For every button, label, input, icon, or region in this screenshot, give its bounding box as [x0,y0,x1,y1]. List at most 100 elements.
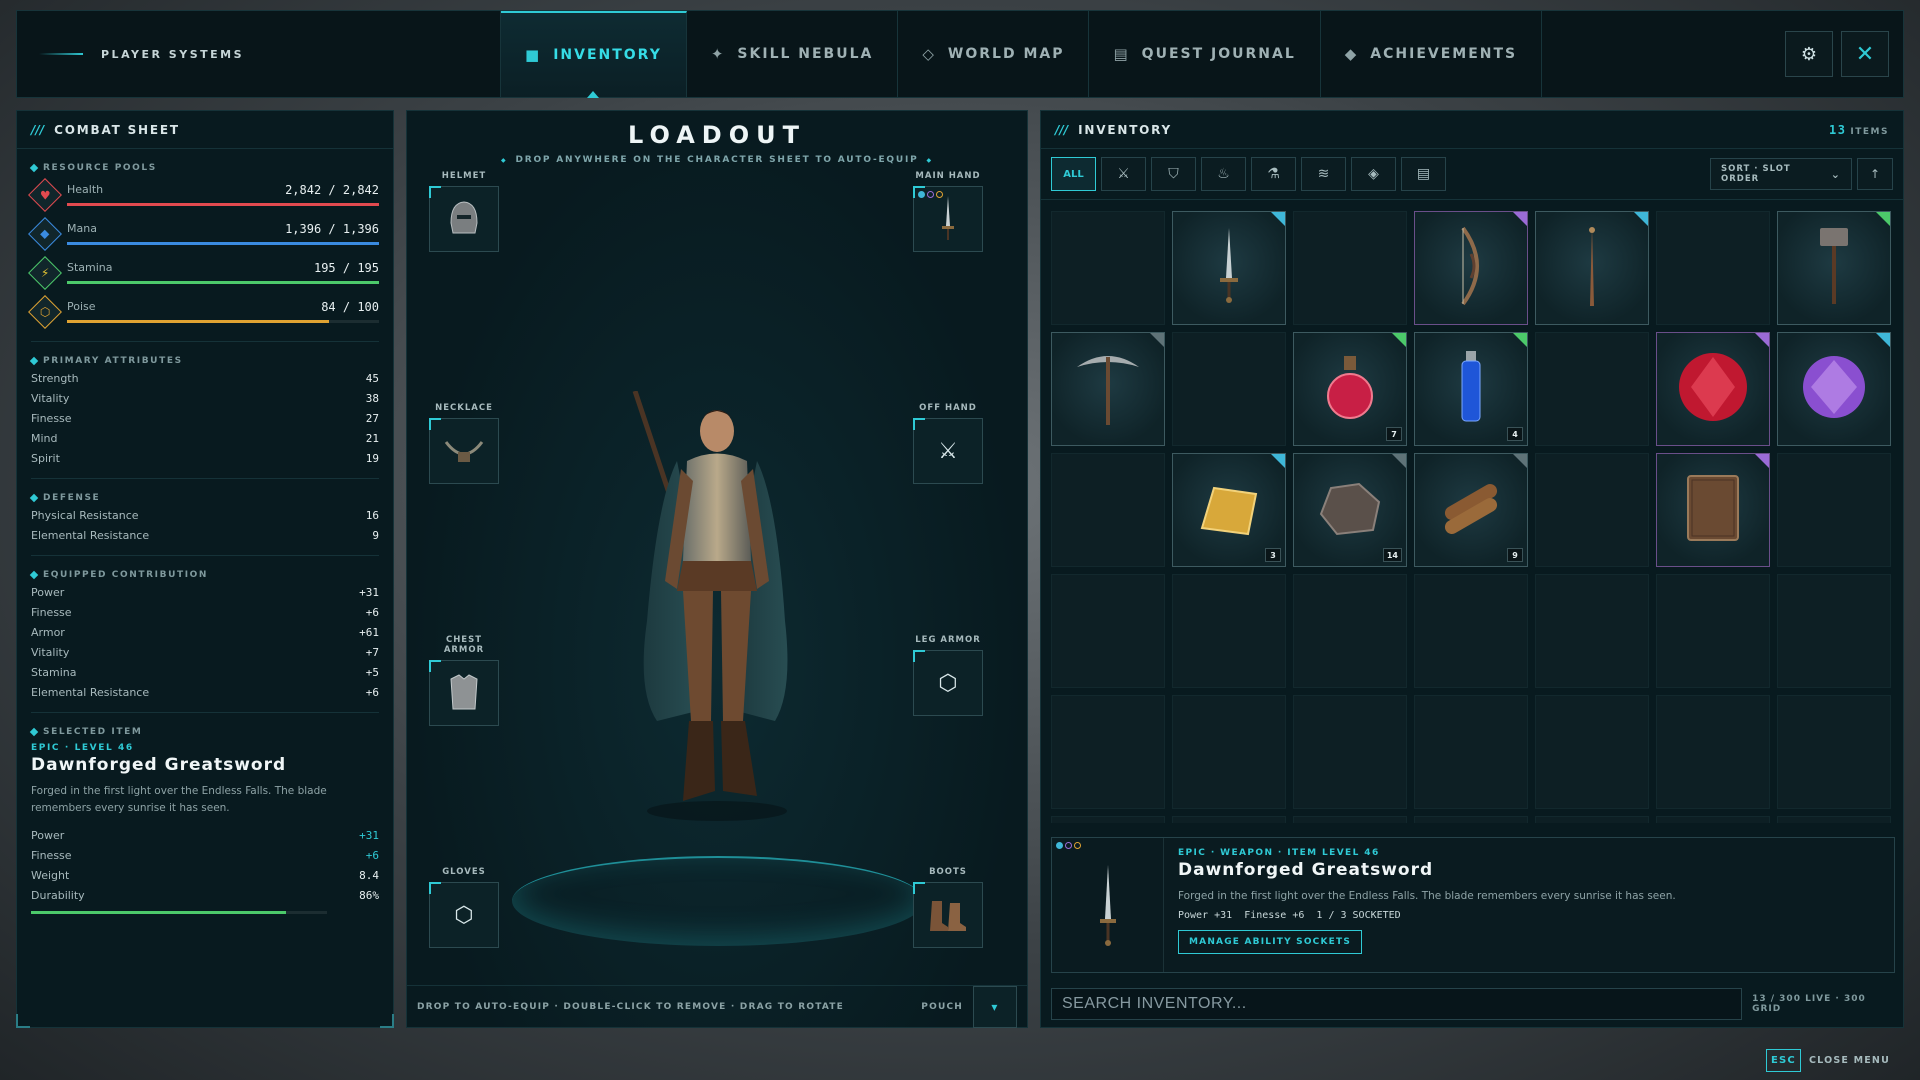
inventory-slot[interactable] [1535,695,1649,809]
chest-armor-icon [450,674,478,710]
slot-helmet[interactable]: HELMET [429,171,499,252]
main-hand-slot-box[interactable] [913,186,983,252]
section-selected-item: SELECTED ITEM [31,727,379,737]
tab-achievements[interactable]: ◆ ACHIEVEMENTS [1321,11,1543,97]
manage-sockets-button[interactable]: MANAGE ABILITY SOCKETS [1178,930,1363,954]
inventory-slot[interactable] [1777,816,1891,823]
stat-value: +31 [359,828,379,842]
slot-main-hand[interactable]: MAIN HAND [913,171,983,252]
item-detail-thumbnail [1052,838,1164,972]
sort-dropdown[interactable]: SORT · SLOT ORDER ⌄ [1710,158,1852,190]
settings-button[interactable]: ⚙ [1785,31,1833,77]
resource-name: Stamina [67,261,113,274]
slot-leg-armor[interactable]: LEG ARMOR ⬡ [913,635,983,716]
inventory-slot[interactable] [1656,211,1770,325]
tab-skill-nebula[interactable]: ✦ SKILL NEBULA [687,11,899,97]
tab-world-map[interactable]: ◇ WORLD MAP [898,11,1090,97]
resource-bar [67,320,379,323]
close-button[interactable]: ✕ [1841,31,1889,77]
slot-chest-armor[interactable]: CHEST ARMOR [429,635,499,726]
inventory-slot[interactable] [1535,816,1649,823]
inventory-slot[interactable] [1172,211,1286,325]
inventory-slot[interactable] [1656,574,1770,688]
helmet-slot-box[interactable] [429,186,499,252]
filter-weapons[interactable]: ⚔ [1101,157,1146,191]
slot-boots[interactable]: BOOTS [913,867,983,948]
inventory-slot[interactable] [1777,453,1891,567]
inventory-slot[interactable] [1051,816,1165,823]
inventory-slot[interactable] [1051,332,1165,446]
stat-name: Weight [31,868,70,882]
gloves-slot-box[interactable]: ⬡ [429,882,499,948]
inventory-slot[interactable] [1293,695,1407,809]
inventory-slot[interactable] [1656,453,1770,567]
filter-scrolls[interactable]: ▤ [1401,157,1446,191]
close-menu-hint[interactable]: ESC CLOSE MENU [1766,1049,1890,1072]
off-hand-slot-box[interactable]: ⚔ [913,418,983,484]
inventory-slot[interactable] [1656,695,1770,809]
inventory-slot[interactable] [1535,332,1649,446]
inventory-slot[interactable]: 3 [1172,453,1286,567]
inventory-slot[interactable] [1777,332,1891,446]
inventory-slot[interactable] [1293,211,1407,325]
inventory-slot[interactable] [1414,816,1528,823]
sort-direction-button[interactable]: ↑ [1857,158,1893,190]
socket-dots [918,191,943,198]
inventory-slot[interactable]: 7 [1293,332,1407,446]
inventory-slot[interactable] [1172,695,1286,809]
inventory-slot[interactable] [1414,695,1528,809]
inventory-slot[interactable] [1172,574,1286,688]
stat-value: 21 [365,431,379,445]
chest-armor-slot-box[interactable] [429,660,499,726]
filter-materials[interactable]: ≋ [1301,157,1346,191]
slot-gloves[interactable]: GLOVES ⬡ [429,867,499,948]
filter-gems[interactable]: ◈ [1351,157,1396,191]
pouch-toggle-button[interactable]: ▾ [973,985,1017,1028]
inventory-slot[interactable] [1051,453,1165,567]
inventory-slot[interactable] [1172,816,1286,823]
inventory-slot[interactable] [1777,574,1891,688]
inventory-slot[interactable] [1293,574,1407,688]
search-input[interactable] [1051,988,1743,1020]
inventory-slot[interactable] [1414,211,1528,325]
inventory-slot[interactable] [1535,574,1649,688]
tab-label: SKILL NEBULA [737,46,874,62]
inventory-slot[interactable] [1777,211,1891,325]
tab-quest-journal[interactable]: ▤ QUEST JOURNAL [1089,11,1321,97]
inventory-slot[interactable] [1414,574,1528,688]
inventory-slot[interactable] [1051,695,1165,809]
filter-armor[interactable]: ⛉ [1151,157,1196,191]
inventory-slot[interactable] [1656,816,1770,823]
slot-necklace[interactable]: NECKLACE [429,403,499,484]
inventory-slot[interactable] [1051,211,1165,325]
inventory-slot[interactable] [1535,211,1649,325]
divider [31,712,379,713]
leg-armor-slot-box[interactable]: ⬡ [913,650,983,716]
inventory-slot[interactable] [1293,816,1407,823]
stat-value: 27 [365,411,379,425]
resource-mana: ◆ Mana 1,396 / 1,396 [28,214,379,253]
inventory-slot[interactable]: 14 [1293,453,1407,567]
inventory-square-icon: ■ [525,46,542,64]
character-model[interactable] [617,391,817,851]
inventory-slot[interactable] [1172,332,1286,446]
resource-gem: ⚡ [28,255,62,290]
inventory-slot[interactable] [1777,695,1891,809]
ruby-icon [1675,349,1751,429]
filter-potions[interactable]: ⚗ [1251,157,1296,191]
slot-label: NECKLACE [435,403,493,413]
stat-value: 16 [365,508,379,522]
inventory-slot[interactable] [1051,574,1165,688]
boots-slot-box[interactable] [913,882,983,948]
resource-bar-fill [67,320,330,323]
filter-all[interactable]: ALL [1051,157,1096,191]
necklace-slot-box[interactable] [429,418,499,484]
inventory-slot[interactable]: 9 [1414,453,1528,567]
inventory-slot[interactable] [1535,453,1649,567]
inventory-slot[interactable] [1656,332,1770,446]
item-count: 13 ITEMS [1829,123,1889,137]
tab-inventory[interactable]: ■ INVENTORY [501,11,687,98]
slot-off-hand[interactable]: OFF HAND ⚔ [913,403,983,484]
inventory-slot[interactable]: 4 [1414,332,1528,446]
filter-consumables[interactable]: ♨ [1201,157,1246,191]
